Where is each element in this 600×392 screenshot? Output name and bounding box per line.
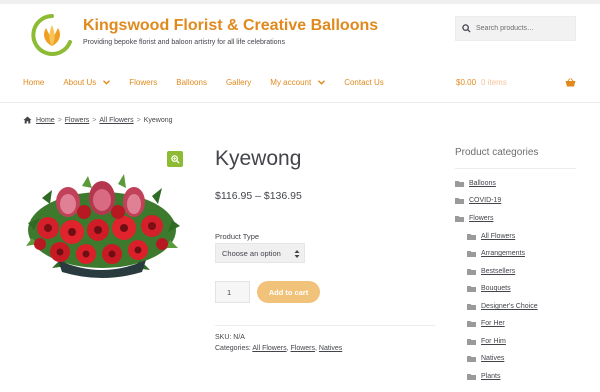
breadcrumb: Home > Flowers > All Flowers > Kyewong xyxy=(23,116,173,124)
folder-icon xyxy=(467,233,476,240)
category-label: Bouquets xyxy=(481,285,511,292)
folder-icon xyxy=(467,285,476,292)
zoom-icon[interactable] xyxy=(167,151,183,167)
nav-about-us[interactable]: About Us xyxy=(63,78,111,87)
nav-label: About Us xyxy=(63,78,97,87)
nav-label: Contact Us xyxy=(344,78,384,87)
folder-icon xyxy=(455,197,464,204)
breadcrumb-all-flowers[interactable]: All Flowers xyxy=(99,117,133,124)
top-strip xyxy=(0,0,600,4)
folder-icon xyxy=(467,373,476,380)
site-title[interactable]: Kingswood Florist & Creative Balloons xyxy=(83,17,378,35)
category-label: Flowers xyxy=(469,215,494,222)
categories-prefix: Categories: xyxy=(215,345,251,352)
product-price: $116.95 – $136.95 xyxy=(215,190,302,202)
search-box[interactable] xyxy=(455,16,576,41)
nav-gallery[interactable]: Gallery xyxy=(226,78,251,87)
product-type-select[interactable]: Choose an option xyxy=(215,243,305,263)
sidebar-title: Product categories xyxy=(455,147,539,158)
select-arrows-icon xyxy=(294,249,300,259)
folder-icon xyxy=(467,338,476,345)
nav-my-account[interactable]: My account xyxy=(270,78,326,87)
variant-label: Product Type xyxy=(215,232,260,241)
category-link[interactable]: Flowers xyxy=(290,345,315,352)
category-label: Bestsellers xyxy=(481,268,516,275)
nav-balloons[interactable]: Balloons xyxy=(176,78,207,87)
category-link[interactable]: All Flowers xyxy=(252,345,286,352)
folder-icon xyxy=(455,215,464,222)
category-item-designers-choice[interactable]: Designer's Choice xyxy=(467,303,538,310)
folder-icon xyxy=(467,303,476,310)
folder-icon xyxy=(467,250,476,257)
folder-icon xyxy=(467,268,476,275)
site-logo[interactable] xyxy=(30,12,74,58)
nav-contact-us[interactable]: Contact Us xyxy=(344,78,384,87)
nav-label: Flowers xyxy=(129,78,158,87)
category-label: Arrangements xyxy=(481,250,525,257)
category-label: Balloons xyxy=(469,180,496,187)
category-item-for-him[interactable]: For Him xyxy=(467,338,506,345)
breadcrumb-current: Kyewong xyxy=(143,116,173,124)
chevron-down-icon[interactable] xyxy=(318,80,326,85)
quantity-input[interactable]: 1 xyxy=(215,281,250,303)
category-label: Designer's Choice xyxy=(481,303,538,310)
category-label: All Flowers xyxy=(481,233,516,240)
product-sku: SKU: N/A xyxy=(215,334,245,341)
category-item-for-her[interactable]: For Her xyxy=(467,320,505,327)
chevron-down-icon[interactable] xyxy=(103,80,111,85)
breadcrumb-home[interactable]: Home xyxy=(36,117,55,124)
folder-icon xyxy=(467,320,476,327)
category-item-flowers[interactable]: Flowers xyxy=(455,215,494,222)
home-icon[interactable] xyxy=(23,116,32,124)
nav-home[interactable]: Home xyxy=(23,78,44,87)
breadcrumb-separator: > xyxy=(136,116,141,124)
header-divider xyxy=(0,102,600,103)
category-label: For Him xyxy=(481,338,506,345)
folder-icon xyxy=(467,355,476,362)
nav-label: My account xyxy=(270,78,312,87)
select-value: Choose an option xyxy=(222,248,281,258)
nav-flowers[interactable]: Flowers xyxy=(129,78,157,87)
category-item-all-flowers[interactable]: All Flowers xyxy=(467,233,515,240)
nav-label: Gallery xyxy=(225,78,252,87)
product-image[interactable] xyxy=(22,168,182,281)
product-categories: Categories: All Flowers, Flowers, Native… xyxy=(215,345,342,352)
add-to-cart-button[interactable]: Add to cart xyxy=(257,281,320,303)
category-item-bestsellers[interactable]: Bestsellers xyxy=(467,268,515,275)
sidebar-divider xyxy=(455,168,576,169)
category-item-natives[interactable]: Natives xyxy=(467,355,504,362)
category-label: Plants xyxy=(481,373,501,380)
cart-count: 0 items xyxy=(481,78,507,87)
header-cart[interactable]: $0.00 0 items xyxy=(456,78,576,87)
search-icon xyxy=(462,24,476,33)
search-input[interactable] xyxy=(476,25,571,32)
category-label: COVID-19 xyxy=(469,197,502,204)
category-item-bouquets[interactable]: Bouquets xyxy=(467,285,511,292)
breadcrumb-flowers[interactable]: Flowers xyxy=(65,117,90,124)
breadcrumb-separator: > xyxy=(92,116,97,124)
nav-label: Home xyxy=(23,78,45,87)
primary-nav: Home About Us Flowers Balloons Gallery M… xyxy=(23,78,403,87)
category-item-balloons[interactable]: Balloons xyxy=(455,180,496,187)
category-label: For Her xyxy=(481,320,505,327)
product-title: Kyewong xyxy=(215,147,302,170)
category-item-plants[interactable]: Plants xyxy=(467,373,500,380)
nav-label: Balloons xyxy=(176,78,207,87)
meta-divider xyxy=(215,325,435,326)
category-item-arrangements[interactable]: Arrangements xyxy=(467,250,525,257)
category-item-covid-19[interactable]: COVID-19 xyxy=(455,197,501,204)
site-tagline: Providing bepoke florist and baloon arti… xyxy=(83,39,285,46)
category-label: Natives xyxy=(481,355,505,362)
cart-amount: $0.00 xyxy=(456,78,477,87)
breadcrumb-separator: > xyxy=(57,116,62,124)
folder-icon xyxy=(455,180,464,187)
basket-icon xyxy=(565,78,576,87)
category-link[interactable]: Natives xyxy=(319,345,342,352)
